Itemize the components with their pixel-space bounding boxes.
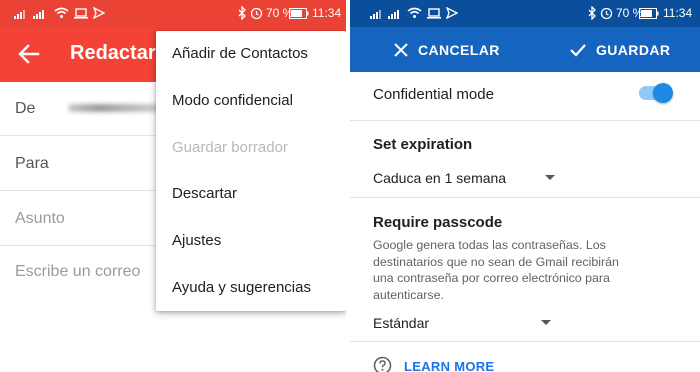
- menu-item-add-contacts[interactable]: Añadir de Contactos: [172, 45, 308, 62]
- passcode-description-line: Google genera todas las contraseñas. Los: [373, 238, 606, 252]
- confidential-mode-label: Confidential mode: [373, 86, 494, 103]
- menu-item-confidential-mode[interactable]: Modo confidencial: [172, 92, 293, 109]
- signal-icon: [370, 10, 381, 19]
- menu-item-help-feedback[interactable]: Ayuda y sugerencias: [172, 279, 311, 296]
- expiration-title: Set expiration: [373, 136, 473, 153]
- save-label: GUARDAR: [596, 41, 671, 58]
- laptop-icon: [74, 8, 88, 19]
- body-placeholder: Escribe un correo: [15, 263, 141, 280]
- wifi-icon: [407, 7, 422, 18]
- passcode-value: Estándar: [373, 315, 430, 331]
- wifi-icon: [54, 7, 69, 18]
- status-clock: 11:34: [312, 6, 342, 20]
- passcode-description-line: una contraseña por correo electrónico pa…: [373, 271, 610, 285]
- back-arrow-icon[interactable]: [16, 41, 42, 67]
- learn-more-link[interactable]: LEARN MORE: [404, 359, 494, 372]
- divider: [350, 120, 700, 121]
- signal-icon: [33, 10, 44, 19]
- menu-item-save-draft: Guardar borrador: [172, 139, 288, 156]
- check-icon: [570, 43, 586, 57]
- screen-separator: [346, 0, 350, 372]
- passcode-title: Require passcode: [373, 214, 503, 231]
- menu-item-discard[interactable]: Descartar: [172, 185, 237, 202]
- close-icon: [394, 42, 408, 57]
- alarm-icon: [600, 7, 613, 20]
- toggle-thumb: [653, 83, 673, 103]
- laptop-icon: [427, 8, 441, 19]
- passcode-description-line: autenticarse.: [373, 287, 444, 302]
- subject-placeholder: Asunto: [15, 210, 65, 227]
- cancel-button[interactable]: CANCELAR: [393, 27, 500, 72]
- save-button[interactable]: GUARDAR: [569, 27, 670, 72]
- passcode-description-line: destinatarios que no sean de Gmail recib…: [373, 254, 619, 269]
- overflow-menu: Añadir de Contactos Modo confidencial Gu…: [156, 31, 346, 311]
- passcode-description: Google genera todas las contraseñas. Los…: [373, 237, 673, 303]
- to-label: Para: [15, 155, 49, 172]
- send-icon: [446, 7, 458, 19]
- divider: [350, 197, 700, 198]
- dropdown-caret-icon: [545, 175, 555, 180]
- from-address-redacted: [68, 104, 168, 112]
- divider: [350, 341, 700, 342]
- confidential-mode-screen: 70 % 11:34 CANCELAR GUARDAR Confidential…: [350, 0, 700, 372]
- screenshot-composite: 70 % 11:34 Redactar De Para Asunto Escri…: [0, 0, 700, 372]
- alarm-icon: [250, 7, 263, 20]
- battery-icon: [289, 8, 309, 19]
- cancel-label: CANCELAR: [418, 41, 500, 58]
- menu-item-settings[interactable]: Ajustes: [172, 232, 221, 249]
- send-icon: [93, 7, 105, 19]
- status-clock: 11:34: [663, 6, 693, 20]
- battery-icon: [639, 8, 659, 19]
- help-circle-icon: [373, 356, 392, 372]
- bluetooth-icon: [238, 6, 246, 20]
- signal-icon: [14, 10, 25, 19]
- page-title: Redactar: [70, 42, 156, 64]
- status-bar: 70 % 11:34: [350, 0, 700, 27]
- expiration-value: Caduca en 1 semana: [373, 170, 507, 186]
- bluetooth-icon: [588, 6, 596, 20]
- dropdown-caret-icon: [541, 320, 551, 325]
- signal-icon: [388, 10, 399, 19]
- compose-screen: 70 % 11:34 Redactar De Para Asunto Escri…: [0, 0, 346, 372]
- status-bar: 70 % 11:34: [0, 0, 346, 27]
- confidential-app-bar: CANCELAR GUARDAR: [350, 27, 700, 72]
- from-label: De: [15, 100, 36, 117]
